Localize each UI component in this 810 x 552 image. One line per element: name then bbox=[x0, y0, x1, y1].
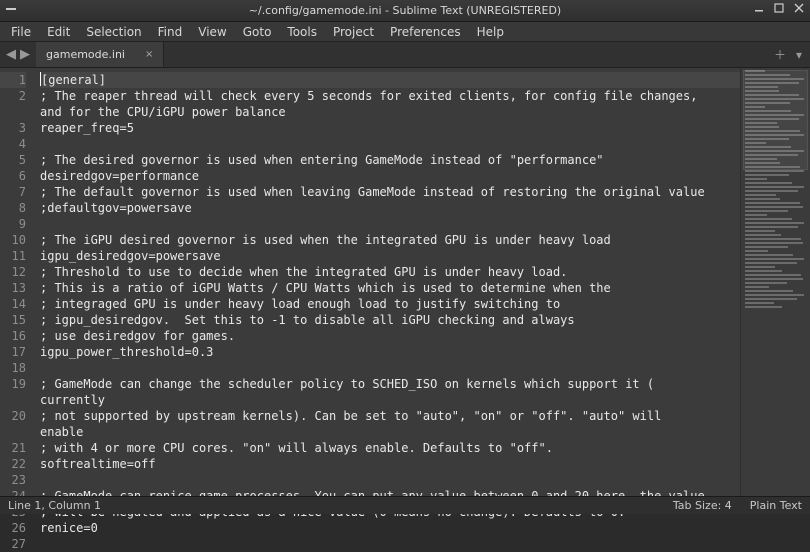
code-line[interactable]: ; The iGPU desired governor is used when… bbox=[40, 232, 740, 248]
code-line[interactable]: ;defaultgov=powersave bbox=[40, 200, 740, 216]
line-number: 12 bbox=[0, 264, 26, 280]
nav-back-icon[interactable]: ◀ bbox=[6, 47, 16, 62]
menu-edit[interactable]: Edit bbox=[40, 23, 77, 41]
status-bar: Line 1, Column 1 Tab Size: 4 Plain Text bbox=[0, 496, 810, 514]
code-line[interactable]: renice=0 bbox=[40, 520, 740, 536]
line-number: 22 bbox=[0, 456, 26, 472]
minimap-viewport[interactable] bbox=[743, 70, 808, 170]
code-line[interactable]: ; integraged GPU is under heavy load eno… bbox=[40, 296, 740, 312]
tab-strip: ◀ ▶ gamemode.ini × ＋ ▾ bbox=[0, 42, 810, 68]
minimap[interactable] bbox=[740, 68, 810, 496]
close-button[interactable] bbox=[794, 3, 804, 16]
code-line[interactable]: ; This is a ratio of iGPU Watts / CPU Wa… bbox=[40, 280, 740, 296]
window-title: ~/.config/gamemode.ini - Sublime Text (U… bbox=[249, 4, 561, 17]
menu-goto[interactable]: Goto bbox=[236, 23, 279, 41]
menu-selection[interactable]: Selection bbox=[79, 23, 148, 41]
text-cursor bbox=[40, 72, 41, 86]
line-number: 3 bbox=[0, 120, 26, 136]
line-number: 5 bbox=[0, 152, 26, 168]
code-line[interactable]: ; use desiredgov for games. bbox=[40, 328, 740, 344]
line-number: 13 bbox=[0, 280, 26, 296]
menu-project[interactable]: Project bbox=[326, 23, 381, 41]
status-tab-size[interactable]: Tab Size: 4 bbox=[673, 499, 732, 512]
line-number: 27 bbox=[0, 536, 26, 552]
window-controls-left bbox=[6, 3, 16, 13]
tab-dropdown-icon[interactable]: ▾ bbox=[796, 48, 802, 62]
code-line[interactable]: and for the CPU/iGPU power balance bbox=[40, 104, 740, 120]
line-number bbox=[0, 104, 26, 120]
window-menu-icon[interactable] bbox=[6, 3, 16, 13]
line-number: 17 bbox=[0, 344, 26, 360]
code-line[interactable] bbox=[40, 360, 740, 376]
nav-forward-icon[interactable]: ▶ bbox=[20, 47, 30, 62]
menu-view[interactable]: View bbox=[191, 23, 233, 41]
line-number bbox=[0, 392, 26, 408]
code-line[interactable]: ; The default governor is used when leav… bbox=[40, 184, 740, 200]
line-number: 7 bbox=[0, 184, 26, 200]
code-line[interactable]: enable bbox=[40, 424, 740, 440]
maximize-button[interactable] bbox=[774, 3, 784, 16]
line-number: 2 bbox=[0, 88, 26, 104]
line-number: 9 bbox=[0, 216, 26, 232]
line-number bbox=[0, 424, 26, 440]
line-number: 20 bbox=[0, 408, 26, 424]
line-number: 18 bbox=[0, 360, 26, 376]
editor-area[interactable]: 1234567891011121314151617181920212223242… bbox=[0, 68, 810, 496]
window-controls-right bbox=[754, 3, 804, 16]
code-line[interactable]: softrealtime=off bbox=[40, 456, 740, 472]
menu-help[interactable]: Help bbox=[470, 23, 511, 41]
minimize-button[interactable] bbox=[754, 3, 764, 16]
line-number: 6 bbox=[0, 168, 26, 184]
code-line[interactable] bbox=[40, 216, 740, 232]
code-line[interactable]: igpu_power_threshold=0.3 bbox=[40, 344, 740, 360]
code-line[interactable]: ; not supported by upstream kernels). Ca… bbox=[40, 408, 740, 424]
line-number: 1 bbox=[0, 72, 26, 88]
new-tab-icon[interactable]: ＋ bbox=[774, 46, 786, 63]
code-line[interactable]: ; igpu_desiredgov. Set this to -1 to dis… bbox=[40, 312, 740, 328]
code-line[interactable] bbox=[40, 472, 740, 488]
line-number: 15 bbox=[0, 312, 26, 328]
code-line[interactable]: ; with 4 or more CPU cores. "on" will al… bbox=[40, 440, 740, 456]
code-content[interactable]: [general]; The reaper thread will check … bbox=[34, 68, 740, 496]
tab-gamemode-ini[interactable]: gamemode.ini × bbox=[36, 42, 164, 67]
status-syntax[interactable]: Plain Text bbox=[750, 499, 802, 512]
line-number: 10 bbox=[0, 232, 26, 248]
menu-tools[interactable]: Tools bbox=[280, 23, 324, 41]
line-number: 8 bbox=[0, 200, 26, 216]
window-titlebar: ~/.config/gamemode.ini - Sublime Text (U… bbox=[0, 0, 810, 22]
code-line[interactable]: ; GameMode can change the scheduler poli… bbox=[40, 376, 740, 392]
code-line[interactable]: ; The reaper thread will check every 5 s… bbox=[40, 88, 740, 104]
line-number: 19 bbox=[0, 376, 26, 392]
code-line[interactable]: currently bbox=[40, 392, 740, 408]
line-number: 26 bbox=[0, 520, 26, 536]
line-number: 23 bbox=[0, 472, 26, 488]
code-line[interactable]: igpu_desiredgov=powersave bbox=[40, 248, 740, 264]
code-line[interactable]: ; Threshold to use to decide when the in… bbox=[40, 264, 740, 280]
line-number: 21 bbox=[0, 440, 26, 456]
code-line[interactable] bbox=[40, 536, 740, 552]
code-line[interactable]: reaper_freq=5 bbox=[40, 120, 740, 136]
line-number-gutter: 1234567891011121314151617181920212223242… bbox=[0, 68, 34, 496]
code-line[interactable]: ; The desired governor is used when ente… bbox=[40, 152, 740, 168]
line-number: 11 bbox=[0, 248, 26, 264]
line-number: 4 bbox=[0, 136, 26, 152]
menu-bar: File Edit Selection Find View Goto Tools… bbox=[0, 22, 810, 42]
menu-find[interactable]: Find bbox=[151, 23, 190, 41]
code-line[interactable]: desiredgov=performance bbox=[40, 168, 740, 184]
tab-close-icon[interactable]: × bbox=[145, 49, 153, 60]
menu-preferences[interactable]: Preferences bbox=[383, 23, 468, 41]
line-number: 16 bbox=[0, 328, 26, 344]
tab-label: gamemode.ini bbox=[46, 48, 125, 61]
status-cursor-position[interactable]: Line 1, Column 1 bbox=[8, 499, 101, 512]
menu-file[interactable]: File bbox=[4, 23, 38, 41]
line-number: 14 bbox=[0, 296, 26, 312]
code-line[interactable] bbox=[40, 136, 740, 152]
code-line[interactable]: [general] bbox=[40, 72, 740, 88]
